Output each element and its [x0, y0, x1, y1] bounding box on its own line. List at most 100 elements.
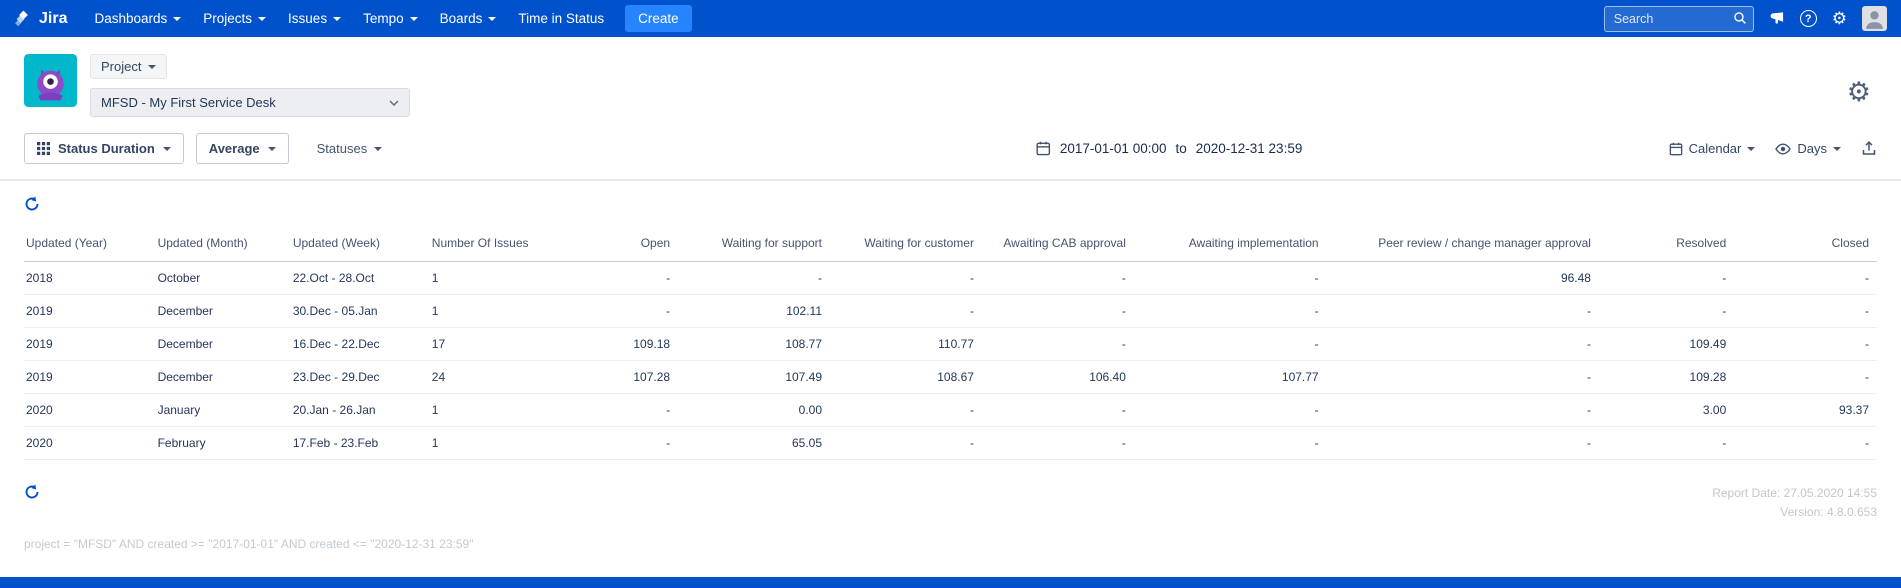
create-button[interactable]: Create [625, 5, 692, 32]
nav-item-time-in-status[interactable]: Time in Status [507, 11, 615, 26]
cell: 2020 [24, 393, 156, 427]
cell: 107.77 [1133, 360, 1327, 394]
cell: - [1734, 261, 1877, 295]
chevron-down-icon [333, 16, 342, 21]
scope-dropdown[interactable]: Project [90, 54, 168, 79]
report-date: Report Date: 27.05.2020 14:55 [1712, 486, 1877, 500]
calendar-dropdown[interactable]: Calendar [1669, 141, 1756, 156]
status-duration-table-wrap: Updated (Year) Updated (Month) Updated (We… [0, 219, 1901, 460]
chevron-down-icon [258, 16, 267, 21]
cell: 2019 [24, 327, 156, 361]
eye-icon [1775, 142, 1792, 155]
metric-label: Average [208, 141, 260, 156]
cell: 2019 [24, 294, 156, 328]
navbar-right: ? ⚙ [1603, 5, 1887, 32]
cell: 1 [429, 261, 564, 295]
jira-brand[interactable]: Jira [14, 9, 67, 28]
column-header: Resolved [1598, 227, 1735, 262]
brand-text: Jira [39, 9, 68, 27]
cell: - [981, 261, 1134, 295]
cell: 2018 [24, 261, 156, 295]
cell: 65.05 [678, 426, 831, 460]
search-box [1603, 5, 1754, 32]
column-header: Number Of Issues [429, 227, 564, 262]
chevron-down-icon [162, 146, 171, 151]
nav-item-projects[interactable]: Projects [192, 11, 277, 26]
chevron-down-icon [1833, 146, 1841, 151]
project-select-value: MFSD - My First Service Desk [101, 95, 276, 110]
cell: 106.40 [981, 360, 1134, 394]
cell: December [155, 327, 291, 361]
cell: - [1326, 327, 1599, 361]
search-icon[interactable] [1733, 11, 1747, 30]
search-input[interactable] [1603, 5, 1754, 32]
status-duration-table: Updated (Year) Updated (Month) Updated (We… [24, 227, 1877, 460]
cell: - [1598, 261, 1735, 295]
cell: 2019 [24, 360, 156, 394]
help-icon[interactable]: ? [1799, 10, 1817, 27]
table-footer: Report Date: 27.05.2020 14:55 Version: 4… [0, 460, 1901, 521]
cell: 110.77 [830, 327, 982, 361]
cell: February [155, 426, 291, 460]
unit-dropdown-label: Days [1797, 141, 1827, 156]
statuses-dropdown[interactable]: Statuses [317, 141, 383, 156]
column-header: Open [563, 227, 679, 262]
table-row: 2019 December 30.Dec - 05.Jan 1-102.11- - - - -… [24, 294, 1877, 328]
cell: December [155, 294, 291, 328]
project-select[interactable]: MFSD - My First Service Desk [90, 88, 410, 117]
project-avatar [24, 54, 77, 107]
settings-icon[interactable]: ⚙ [1832, 10, 1847, 27]
cell: - [830, 294, 982, 328]
cell: 108.77 [678, 327, 831, 361]
report-meta: Report Date: 27.05.2020 14:55 Version: 4… [1712, 484, 1877, 521]
date-separator: to [1175, 141, 1187, 156]
date-range[interactable]: 2017-01-01 00:00 to 2020-12-31 23:59 [1036, 141, 1302, 156]
cell: 22.Oct - 28.Oct [290, 261, 430, 295]
export-icon[interactable] [1861, 140, 1877, 157]
user-avatar[interactable] [1862, 6, 1887, 31]
chevron-down-icon [148, 64, 157, 69]
chevron-down-icon [389, 99, 399, 106]
calendar-dropdown-label: Calendar [1688, 141, 1742, 156]
jql-query: project = "MFSD" AND created >= "2017-01… [24, 537, 474, 552]
cell: - [678, 261, 831, 295]
nav-item-dashboards[interactable]: Dashboards [83, 11, 192, 26]
cell: 108.67 [830, 360, 982, 394]
refresh-icon[interactable] [24, 484, 40, 500]
cell: 102.11 [678, 294, 831, 328]
metric-button[interactable]: Average [195, 133, 289, 164]
cell: - [981, 294, 1134, 328]
cell: - [1326, 426, 1599, 460]
unit-dropdown[interactable]: Days [1775, 141, 1841, 156]
date-to: 2020-12-31 23:59 [1195, 141, 1303, 156]
statuses-label: Statuses [316, 141, 368, 156]
nav-item-issues[interactable]: Issues [277, 11, 352, 26]
cell: - [1734, 327, 1877, 361]
scope-label: Project [101, 59, 142, 74]
table-row: 2020 January 20.Jan - 26.Jan 1-0.00- - - -3.00… [24, 393, 1877, 427]
nav-item-boards[interactable]: Boards [429, 11, 508, 26]
announcement-icon[interactable] [1769, 11, 1785, 26]
cell: 109.49 [1598, 327, 1735, 361]
report-type-button[interactable]: Status Duration [24, 133, 184, 164]
cell: 0.00 [678, 393, 831, 427]
column-header: Waiting for customer [830, 227, 982, 262]
cell: 17 [429, 327, 564, 361]
toolbar-right: Calendar Days [1669, 140, 1877, 157]
cell: January [155, 393, 291, 427]
cell: - [1598, 426, 1735, 460]
cell: 23.Dec - 29.Dec [290, 360, 430, 394]
cell: 1 [429, 426, 564, 460]
cell: October [155, 261, 291, 295]
cell: 109.18 [563, 327, 679, 361]
report-settings-gear-icon[interactable]: ⚙ [1847, 79, 1871, 106]
cell: 17.Feb - 23.Feb [290, 426, 430, 460]
refresh-icon[interactable] [24, 196, 40, 212]
column-header: Awaiting implementation [1133, 227, 1327, 262]
cell: - [1734, 426, 1877, 460]
cell: 1 [429, 393, 564, 427]
refresh-row [0, 181, 1901, 219]
table-body: 2018 October 22.Oct - 28.Oct 1- - - - -96.48- -2… [24, 261, 1877, 460]
cell: - [1133, 426, 1327, 460]
nav-item-tempo[interactable]: Tempo [352, 11, 429, 26]
